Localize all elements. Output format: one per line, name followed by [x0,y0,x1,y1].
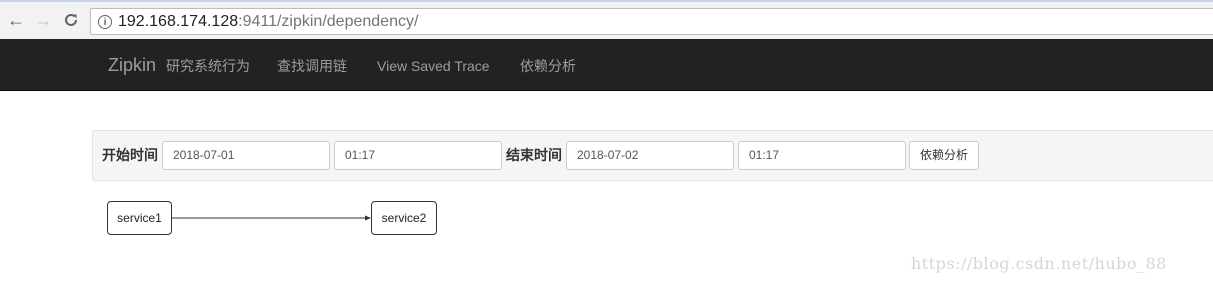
graph-node-service1[interactable]: service1 [107,201,172,235]
dependency-graph-edges [172,215,371,221]
graph-node-service2[interactable]: service2 [371,201,437,235]
watermark-text: https://blog.csdn.net/hubo_88 [911,254,1167,273]
